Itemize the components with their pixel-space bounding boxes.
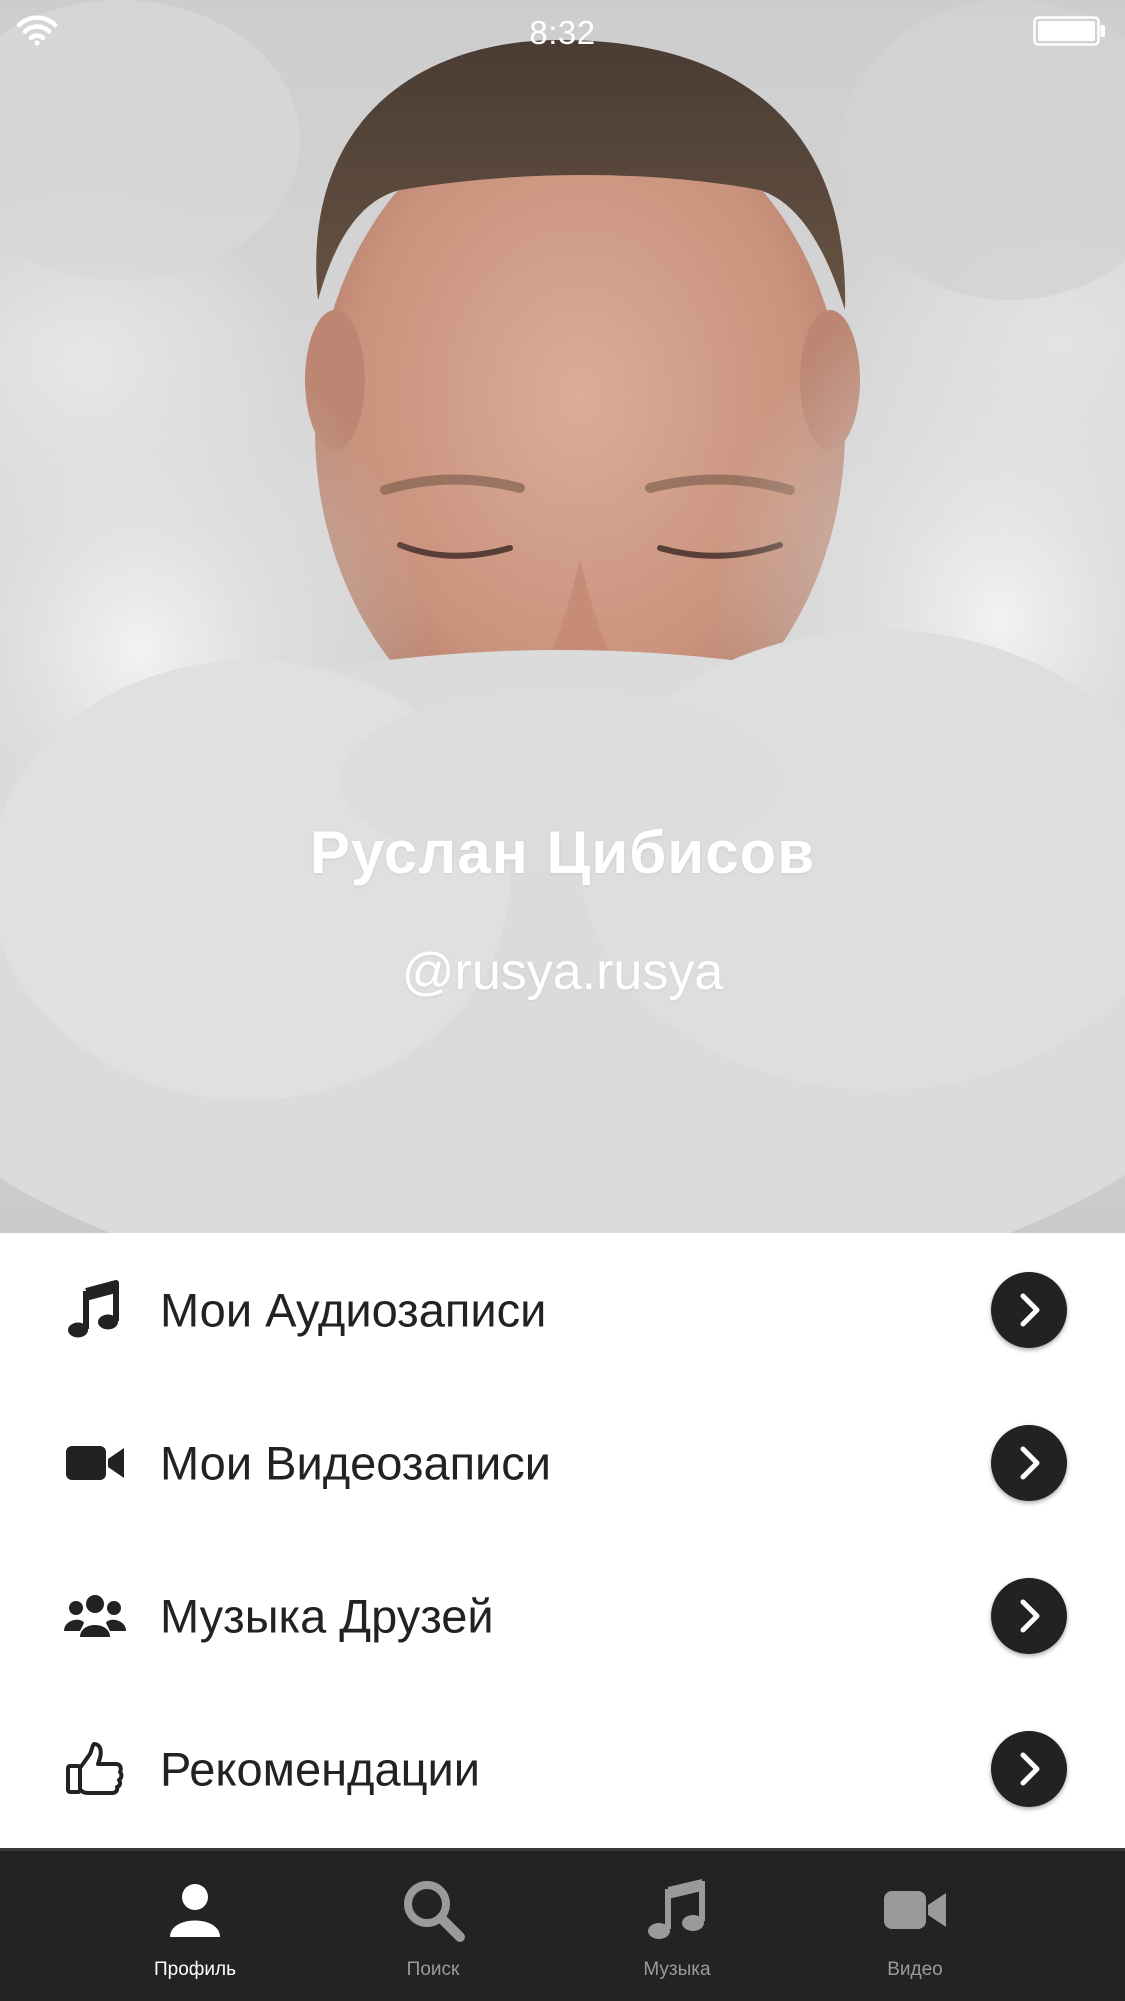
- music-note-icon: [648, 1879, 705, 1939]
- menu-item-label: Мои Аудиозаписи: [160, 1283, 547, 1336]
- profile-name: Руслан Цибисов: [309, 819, 816, 886]
- tab-label: Музыка: [643, 1959, 711, 1980]
- chevron-right-icon: [1020, 1446, 1040, 1479]
- menu-item-label: Мои Видеозаписи: [160, 1436, 552, 1489]
- menu-item-video[interactable]: Мои Видеозаписи: [0, 1386, 1125, 1539]
- open-recommendations-button[interactable]: [991, 1730, 1067, 1807]
- open-video-button[interactable]: [991, 1424, 1067, 1501]
- profile-screen: 8:32 Руслан Цибисов @rusya.rusya Мои Ауд…: [0, 0, 1125, 2001]
- profile-header: 8:32 Руслан Цибисов @rusya.rusya: [0, 0, 1125, 1233]
- menu-item-label: Рекомендации: [160, 1742, 481, 1795]
- user-icon: [170, 1884, 220, 1937]
- users-icon: [64, 1594, 126, 1637]
- tab-search[interactable]: Поиск: [343, 1851, 523, 2001]
- tab-label: Поиск: [406, 1959, 460, 1980]
- tab-profile[interactable]: Профиль: [105, 1851, 285, 2001]
- battery-icon: [1033, 16, 1105, 46]
- status-bar: 8:32: [0, 0, 1125, 64]
- profile-cover-photo: [0, 0, 1125, 1233]
- menu-item-label: Музыка Друзей: [160, 1589, 494, 1642]
- tab-label: Профиль: [153, 1959, 237, 1980]
- menu-item-recommendations[interactable]: Рекомендации: [0, 1692, 1125, 1845]
- open-friends-music-button[interactable]: [991, 1577, 1067, 1654]
- tab-music[interactable]: Музыка: [587, 1851, 767, 2001]
- chevron-right-icon: [1020, 1752, 1040, 1785]
- tab-video[interactable]: Видео: [825, 1851, 1005, 2001]
- menu-item-audio[interactable]: Мои Аудиозаписи: [0, 1233, 1125, 1386]
- chevron-right-icon: [1020, 1599, 1040, 1632]
- chevron-right-icon: [1020, 1293, 1040, 1326]
- tab-label: Видео: [887, 1959, 943, 1980]
- video-camera-icon: [66, 1445, 124, 1480]
- thumbs-up-icon: [66, 1741, 124, 1795]
- open-audio-button[interactable]: [991, 1271, 1067, 1348]
- search-icon: [404, 1881, 465, 1942]
- video-camera-icon: [884, 1891, 946, 1929]
- bottom-tab-bar: Профиль Поиск Музыка Видео: [0, 1848, 1125, 2001]
- music-note-icon: [68, 1279, 119, 1337]
- profile-handle: @rusya.rusya: [401, 943, 724, 1001]
- status-time: 8:32: [529, 14, 596, 51]
- menu-item-friends-music[interactable]: Музыка Друзей: [0, 1539, 1125, 1692]
- profile-menu: Мои Аудиозаписи Мои Видеозаписи Музыка Д…: [0, 1233, 1125, 1848]
